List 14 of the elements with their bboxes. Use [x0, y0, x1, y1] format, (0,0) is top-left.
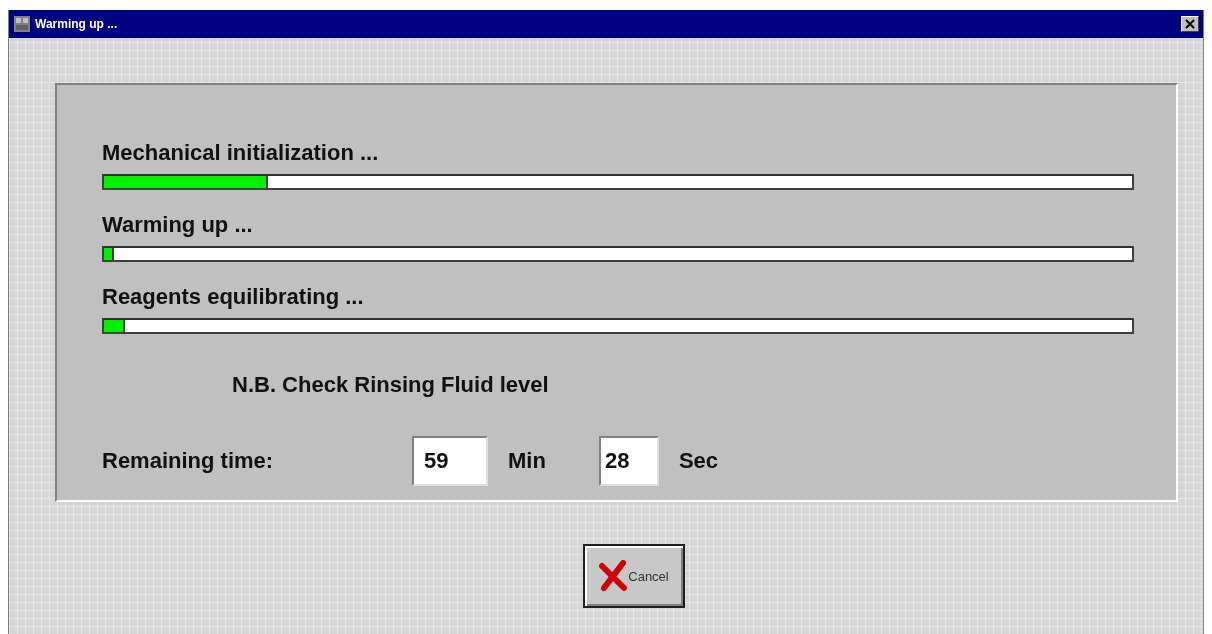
- seconds-unit: Sec: [678, 448, 719, 474]
- minutes-field[interactable]: 59: [412, 436, 488, 486]
- progress-label: Reagents equilibrating ...: [102, 284, 364, 310]
- app-icon: [13, 15, 31, 33]
- close-button[interactable]: [1181, 16, 1199, 32]
- seconds-field[interactable]: 28: [598, 436, 659, 486]
- remaining-time-label: Remaining time:: [102, 448, 275, 474]
- note-text: N.B. Check Rinsing Fluid level: [232, 372, 549, 398]
- cancel-button[interactable]: Cancel: [582, 544, 685, 608]
- cross-icon: [598, 560, 629, 592]
- progress-label: Mechanical initialization ...: [102, 140, 379, 166]
- window-title: Warming up ...: [35, 17, 119, 31]
- progress-label: Warming up ...: [102, 212, 253, 238]
- minutes-unit: Min: [508, 448, 546, 474]
